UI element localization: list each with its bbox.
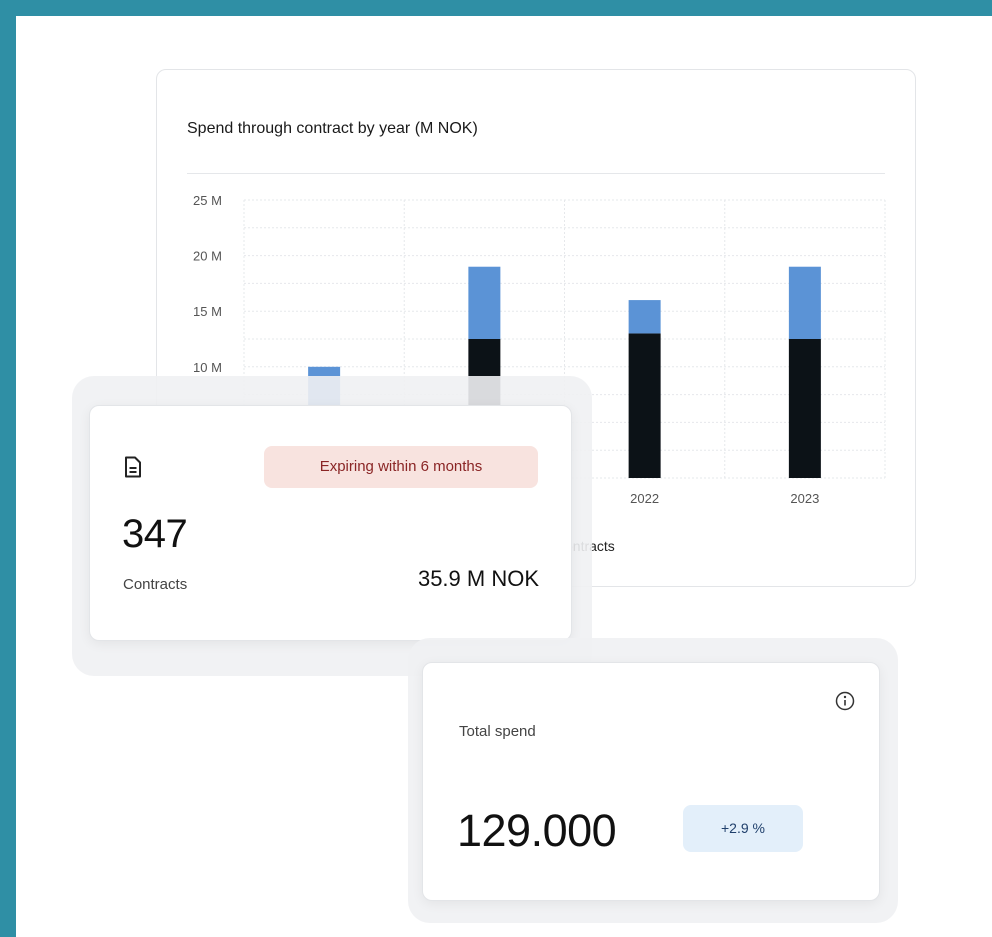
x-axis: 2022 2023 — [630, 491, 819, 506]
y-tick-label: 10 M — [193, 360, 222, 375]
y-tick-label: 25 M — [193, 193, 222, 208]
total-spend-value: 129.000 — [457, 805, 617, 856]
bar-segment-1[interactable] — [468, 266, 501, 339]
expiring-badge: Expiring within 6 months — [264, 446, 538, 488]
x-tick-label: 2022 — [630, 491, 659, 506]
bar-segment-0[interactable] — [788, 339, 821, 478]
bar-segment-0[interactable] — [628, 333, 661, 478]
contracts-amount: 35.9 M NOK — [417, 566, 539, 591]
total-spend-label: Total spend — [459, 723, 536, 740]
canvas: Spend through contract by year (M NOK) 2… — [16, 16, 992, 937]
y-tick-label: 20 M — [193, 249, 222, 264]
total-spend-card[interactable]: Total spend 129.000 +2.9 % — [422, 662, 880, 901]
bar-segment-1[interactable] — [788, 266, 821, 339]
x-tick-label: 2023 — [790, 491, 819, 506]
y-tick-label: 15 M — [193, 304, 222, 319]
bar-segment-1[interactable] — [628, 300, 661, 334]
y-axis: 25 M 20 M 15 M 10 M — [193, 193, 222, 375]
document-icon — [124, 456, 142, 483]
contracts-count-label: Contracts — [123, 576, 188, 593]
spend-change-badge: +2.9 % — [683, 805, 803, 852]
info-icon[interactable] — [835, 691, 855, 716]
contracts-count: 347 — [122, 512, 188, 556]
contracts-card[interactable]: Expiring within 6 months 347 Contracts 3… — [89, 405, 572, 641]
